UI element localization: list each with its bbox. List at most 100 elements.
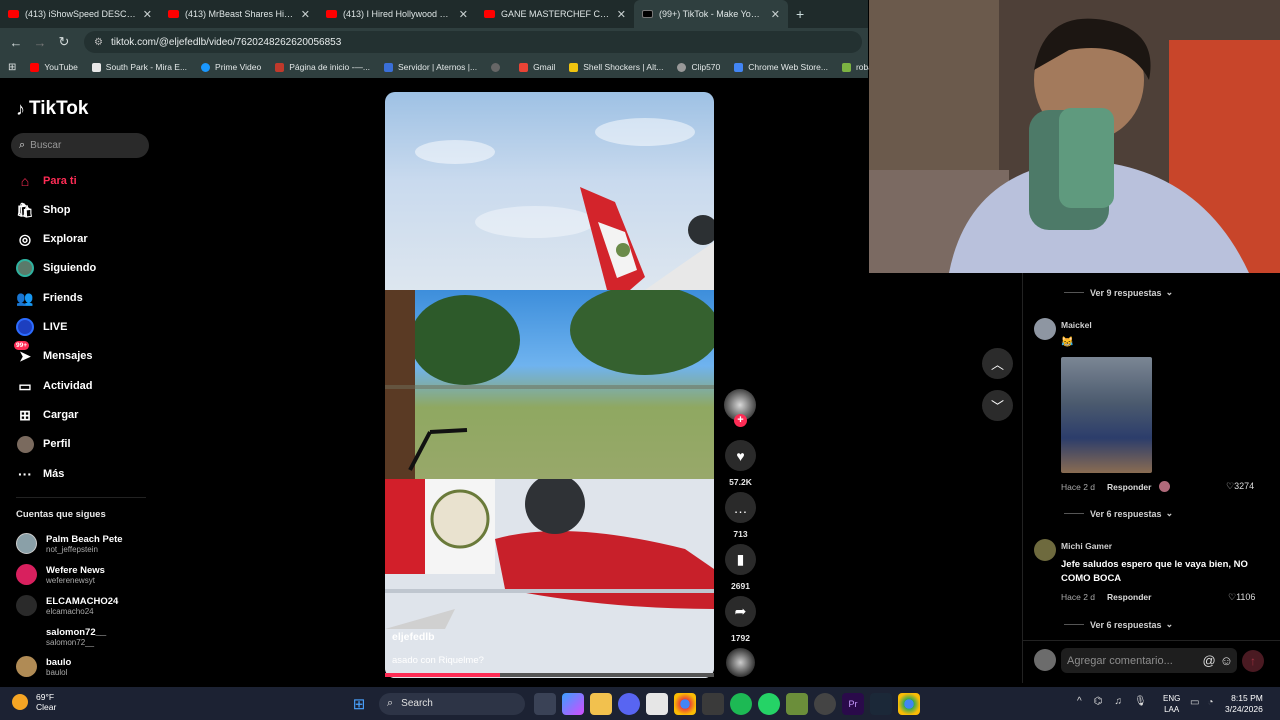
back-icon[interactable]: ← [4,35,28,50]
comment-icon[interactable]: … [725,492,756,523]
chevron-up-icon[interactable]: ^ [1077,696,1082,707]
close-icon[interactable]: ✕ [453,8,468,21]
close-icon[interactable]: ✕ [611,8,626,21]
bookmark-item[interactable]: Clip570 [677,62,720,72]
reply-button[interactable]: Responder [1107,482,1151,492]
steam-icon[interactable] [870,692,892,715]
comment-action[interactable]: … 713 [724,492,757,539]
tab-1[interactable]: (413) MrBeast Shares His Best V✕ [160,0,318,28]
like-action[interactable]: ♥ 57.2K [724,440,757,487]
bookmark-item[interactable]: Prime Video [201,62,261,72]
microphone-icon[interactable]: 🎙 [1134,696,1147,707]
bookmark-item[interactable]: Gmail [519,62,555,72]
previous-video-button[interactable]: ︿ [982,348,1013,379]
nav-live[interactable]: LIVE [16,318,67,336]
following-account[interactable]: salomon72__ salomon72__ [16,626,106,647]
nav-actividad[interactable]: ▭ Actividad [16,377,92,395]
comment-like[interactable]: ♡3274 [1226,481,1254,492]
notes-icon[interactable] [646,692,668,715]
apps-icon[interactable]: ⊞ [8,62,16,73]
following-account[interactable]: baulo baulol [16,656,71,677]
tiktok-logo[interactable]: ♪ TikTok [16,98,88,120]
reload-icon[interactable]: ↻ [52,34,76,50]
nav-siguiendo[interactable]: Siguiendo [16,259,96,277]
comment-avatar[interactable] [1034,539,1056,561]
view-replies-button[interactable]: Ver 6 respuestas ⌄ [1064,619,1173,630]
copilot-icon[interactable] [562,692,584,715]
nav-shop[interactable]: 🛍 Shop [16,201,70,219]
app-icon[interactable] [702,692,724,715]
bookmark-item[interactable]: Servidor | Aternos |... [384,62,477,72]
volume-icon[interactable]: ♫ [1114,696,1122,707]
weather-widget[interactable]: 69°F Clear [12,692,56,712]
search-input[interactable]: ⌕ Buscar [11,133,149,158]
sound-disc-icon[interactable] [726,648,755,677]
view-replies-button[interactable]: Ver 6 respuestas ⌄ [1064,508,1173,519]
follow-plus-icon[interactable]: + [734,414,747,427]
video-player[interactable] [385,92,714,678]
following-account[interactable]: Palm Beach Pete not_jeffepstein [16,533,123,554]
url-input[interactable]: ⚙ tiktok.com/@eljefedlb/video/76202482626… [84,31,862,53]
bookmark-icon[interactable]: ▮ [725,544,756,575]
nav-perfil[interactable]: Perfil [16,435,71,453]
close-icon[interactable]: ✕ [765,8,780,21]
nav-cargar[interactable]: ⊞ Cargar [16,406,78,424]
discord-icon[interactable] [618,692,640,715]
file-explorer-icon[interactable] [590,692,612,715]
tab-0[interactable]: (413) iShowSpeed DESCRIBES E✕ [0,0,160,28]
share-action[interactable]: ➦ 1792 [724,596,757,643]
video-progress-bar[interactable] [385,673,714,677]
spotify-icon[interactable] [730,692,752,715]
premiere-icon[interactable]: Pr [842,692,864,715]
bookmark-item[interactable] [491,62,505,72]
wifi-icon[interactable]: ◔ [1207,697,1213,708]
video-author[interactable]: eljefedlb [392,631,435,643]
following-account[interactable]: Wefere News weferenewsyt [16,564,105,585]
nav-mensajes[interactable]: ➤ 99+ Mensajes [14,341,93,365]
comment-like[interactable]: ♡1106 [1228,592,1255,603]
nav-friends[interactable]: 👥 Friends [16,289,82,307]
tab-2[interactable]: (413) I Hired Hollywood Stuntm✕ [318,0,476,28]
network-icon[interactable]: ⌬ [1094,696,1103,707]
nav-para-ti[interactable]: ⌂ Para ti [16,172,77,190]
share-icon[interactable]: ➦ [725,596,756,627]
chrome-icon[interactable] [674,692,696,715]
close-icon[interactable]: ✕ [295,8,310,21]
heart-icon[interactable]: ♥ [725,440,756,471]
taskbar-search[interactable]: ⌕ Search [379,692,525,715]
comment-image[interactable] [1061,357,1152,473]
site-info-icon[interactable]: ⚙ [94,37,103,48]
tab-3[interactable]: GANE MASTERCHEF CELEBRITY✕ [476,0,634,28]
chrome-profile-icon[interactable] [898,692,920,715]
forward-icon[interactable]: → [28,35,52,50]
bookmark-item[interactable]: YouTube [30,62,78,72]
minecraft-icon[interactable] [786,692,808,715]
language-indicator[interactable]: ENG LAA [1163,693,1180,715]
comment-input[interactable]: Agregar comentario... @ ☺ [1061,648,1237,673]
nav-explorar[interactable]: ◎ Explorar [16,230,88,248]
new-tab-button[interactable]: + [796,6,804,22]
nav-mas[interactable]: ··· Más [16,465,64,483]
view-replies-button[interactable]: Ver 9 respuestas ⌄ [1064,287,1173,298]
close-icon[interactable]: ✕ [137,8,152,21]
save-action[interactable]: ▮ 2691 [724,544,757,591]
following-account[interactable]: ELCAMACHO24 elcamacho24 [16,595,118,616]
obs-icon[interactable] [814,692,836,715]
comment-username[interactable]: Michi Gamer [1061,541,1112,551]
comment-username[interactable]: Maickel [1061,320,1092,330]
reply-button[interactable]: Responder [1107,592,1151,602]
task-view-icon[interactable] [534,692,556,715]
tab-4[interactable]: (99+) TikTok - Make Your Da ✕ [634,0,788,28]
windows-start-icon[interactable]: ⊞ [348,693,370,715]
whatsapp-icon[interactable] [758,692,780,715]
mention-icon[interactable]: @ [1203,653,1216,668]
next-video-button[interactable]: ﹀ [982,390,1013,421]
bookmark-item[interactable]: South Park - Mira E... [91,62,187,72]
display-icon[interactable]: ▭ [1190,697,1199,708]
bookmark-item[interactable]: Página de inicio -—... [275,62,370,72]
comment-avatar[interactable] [1034,318,1056,340]
post-comment-button[interactable]: ↑ [1242,650,1264,672]
clock[interactable]: 8:15 PM 3/24/2026 [1225,693,1263,715]
bookmark-item[interactable]: Shell Shockers | Alt... [569,62,663,72]
emoji-icon[interactable]: ☺ [1220,653,1233,668]
